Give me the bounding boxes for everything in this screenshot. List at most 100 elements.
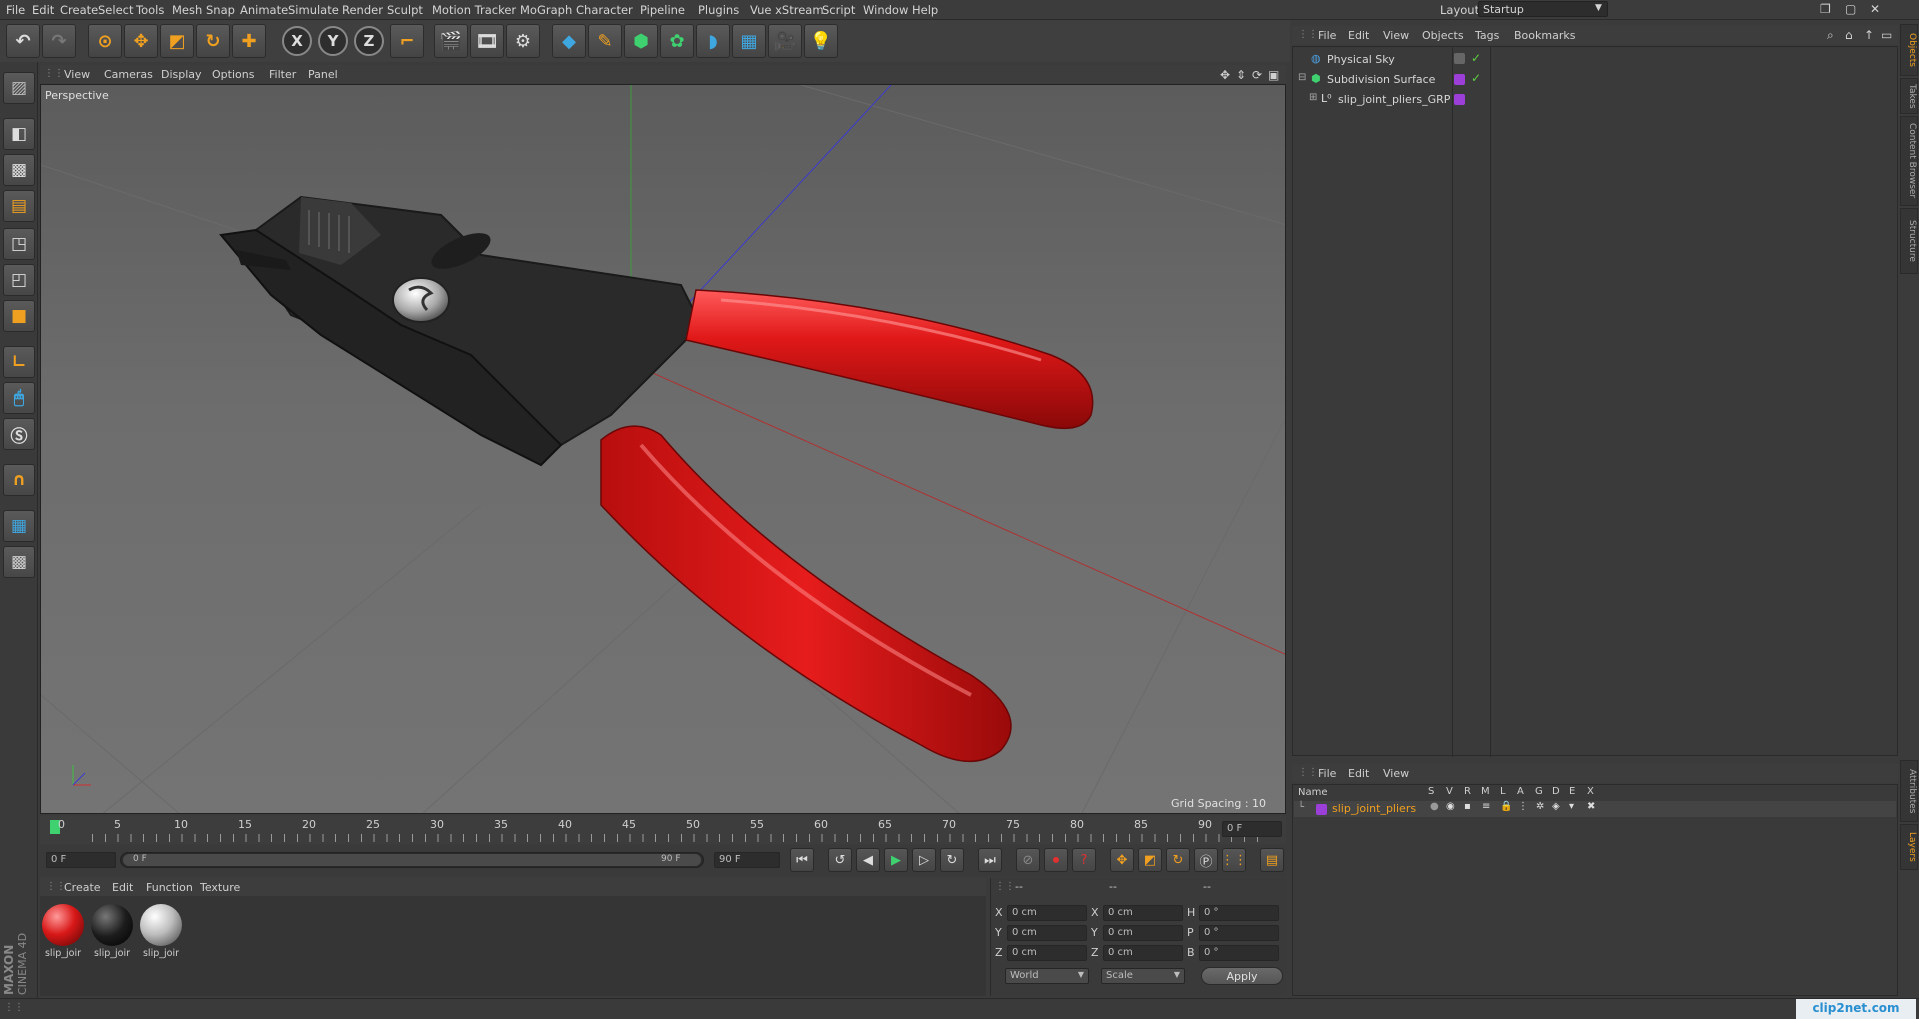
rot-p-field[interactable]: 0 ° <box>1199 925 1279 941</box>
search-icon[interactable]: ⌕ <box>1827 28 1834 43</box>
world-dropdown[interactable]: World ▼ <box>1005 968 1089 984</box>
layout-dropdown[interactable]: Startup ▼ <box>1478 1 1608 17</box>
current-frame-field[interactable]: 0 F <box>1222 821 1282 837</box>
layers-menu-view[interactable]: View <box>1383 767 1409 780</box>
workplane-mode-icon[interactable]: ▤ <box>3 190 35 222</box>
add-button[interactable]: ✚ <box>232 24 266 58</box>
collapse-icon[interactable]: ⊟ <box>1298 72 1306 83</box>
layer-color-swatch[interactable] <box>1454 74 1465 85</box>
viewport-move-icon[interactable]: ✥ <box>1220 68 1230 82</box>
deformers-icon[interactable]: ◈ <box>1552 801 1560 812</box>
menu-script[interactable]: Script <box>822 3 855 17</box>
size-x-field[interactable]: 0 cm <box>1103 905 1183 921</box>
menu-vue-xstream[interactable]: Vue xStream <box>750 3 824 17</box>
tab-layers[interactable]: Layers <box>1900 824 1918 870</box>
size-z-field[interactable]: 0 cm <box>1103 945 1183 961</box>
axis-mode-icon[interactable]: ∟ <box>3 346 35 378</box>
solo-icon[interactable]: ● <box>1430 801 1439 812</box>
light-button[interactable]: 💡 <box>804 24 838 58</box>
object-row-pliers-grp[interactable]: ⊞ L⁰ slip_joint_pliers_GRP <box>1297 92 1451 110</box>
play-button[interactable]: ▶ <box>884 848 908 872</box>
tweak-mode-icon[interactable]: 🖱 <box>3 382 35 414</box>
size-y-field[interactable]: 0 cm <box>1103 925 1183 941</box>
edges-mode-icon[interactable]: ◰ <box>3 264 35 296</box>
solo-mode-icon[interactable]: Ⓢ <box>3 418 35 450</box>
timeline-window-button[interactable]: ▤ <box>1260 848 1284 872</box>
end-frame-field[interactable]: 90 F <box>714 852 780 868</box>
3d-viewport[interactable]: Perspective Grid Spacing : 10 cm <box>40 84 1286 814</box>
expand-icon[interactable]: ⊞ <box>1309 92 1317 103</box>
visible-icon[interactable]: ◉ <box>1446 801 1455 812</box>
redo-button[interactable]: ↷ <box>42 24 76 58</box>
objects-menu-view[interactable]: View <box>1383 29 1409 42</box>
material-menu-edit[interactable]: Edit <box>112 881 133 894</box>
key-rotation-button[interactable]: ↻ <box>1166 848 1190 872</box>
home-icon[interactable]: ⌂ <box>1845 28 1853 42</box>
next-key-button[interactable]: ↻ <box>940 848 964 872</box>
viewport-menu-panel[interactable]: Panel <box>308 68 338 81</box>
pos-z-field[interactable]: 0 cm <box>1007 945 1087 961</box>
enabled-check-icon[interactable]: ✓ <box>1471 71 1481 85</box>
coordinate-system-button[interactable]: ⌐ <box>390 24 424 58</box>
make-editable-icon[interactable]: ▨ <box>3 72 35 104</box>
menu-sculpt[interactable]: Sculpt <box>387 3 423 17</box>
scale-button[interactable]: ◩ <box>160 24 194 58</box>
subdivision-button[interactable]: ⬢ <box>624 24 658 58</box>
menu-snap[interactable]: Snap <box>206 3 235 17</box>
material-red[interactable]: slip_joir <box>40 902 86 960</box>
cube-object-button[interactable]: ◆ <box>552 24 586 58</box>
rot-b-field[interactable]: 0 ° <box>1199 945 1279 961</box>
xref-icon[interactable]: ✖ <box>1587 801 1595 812</box>
sky-tag-icon[interactable] <box>1454 53 1465 64</box>
tab-attributes[interactable]: Attributes <box>1900 760 1918 822</box>
object-row-physical-sky[interactable]: ◍ Physical Sky <box>1297 52 1451 70</box>
z-axis-button[interactable]: Z <box>354 26 384 56</box>
material-menu-create[interactable]: Create <box>64 881 101 894</box>
objects-menu-edit[interactable]: Edit <box>1348 29 1369 42</box>
menu-animate[interactable]: Animate <box>240 3 288 17</box>
prev-frame-button[interactable]: ◀ <box>856 848 880 872</box>
timeline-ruler[interactable]: 0 5 10 15 20 25 30 35 40 45 50 55 60 65 … <box>40 816 1286 844</box>
tab-takes[interactable]: Takes <box>1900 78 1918 114</box>
rot-h-field[interactable]: 0 ° <box>1199 905 1279 921</box>
pen-spline-button[interactable]: ✎ <box>588 24 622 58</box>
deformer-button[interactable]: ◗ <box>696 24 730 58</box>
lock-icon[interactable]: 🔒 <box>1500 801 1512 812</box>
render-icon[interactable]: ▪ <box>1464 801 1471 812</box>
goto-end-button[interactable]: ⏭ <box>978 848 1002 872</box>
objects-menu-bookmarks[interactable]: Bookmarks <box>1514 29 1575 42</box>
tab-content-browser[interactable]: Content Browser <box>1900 116 1918 206</box>
next-frame-button[interactable]: ▷ <box>912 848 936 872</box>
tab-objects[interactable]: Objects <box>1900 24 1918 76</box>
generators-icon[interactable]: ✲ <box>1536 801 1544 812</box>
layer-color-swatch[interactable] <box>1454 94 1465 105</box>
render-settings-button[interactable]: ⚙ <box>506 24 540 58</box>
menu-help[interactable]: Help <box>912 3 938 17</box>
menu-character[interactable]: Character <box>576 3 633 17</box>
floor-button[interactable]: ▦ <box>732 24 766 58</box>
pos-x-field[interactable]: 0 cm <box>1007 905 1087 921</box>
goto-start-button[interactable]: ⏮ <box>790 848 814 872</box>
viewport-maximize-icon[interactable]: ▣ <box>1268 68 1279 82</box>
x-axis-button[interactable]: X <box>282 26 312 56</box>
layers-menu-file[interactable]: File <box>1318 767 1336 780</box>
pos-y-field[interactable]: 0 cm <box>1007 925 1087 941</box>
menu-pipeline[interactable]: Pipeline <box>640 3 685 17</box>
layout-max-icon[interactable]: ▢ <box>1845 2 1856 16</box>
apply-button[interactable]: Apply <box>1201 967 1283 985</box>
expressions-icon[interactable]: ▾ <box>1569 801 1574 812</box>
model-mode-icon[interactable]: ◧ <box>3 118 35 150</box>
record-keys-button[interactable]: ⊘ <box>1016 848 1040 872</box>
pliers-model[interactable] <box>219 195 1094 762</box>
menu-render[interactable]: Render <box>342 3 383 17</box>
preview-range-slider[interactable]: 0 F 90 F <box>120 852 704 868</box>
menu-create[interactable]: Create <box>60 3 98 17</box>
menu-plugins[interactable]: Plugins <box>698 3 739 17</box>
scale-dropdown[interactable]: Scale ▼ <box>1101 968 1185 984</box>
viewport-menu-filter[interactable]: Filter <box>269 68 296 81</box>
layout-close-icon[interactable]: ✕ <box>1870 2 1880 16</box>
polygons-mode-icon[interactable]: ■ <box>3 300 35 332</box>
manager-icon[interactable]: ≡ <box>1482 801 1490 812</box>
key-parameter-button[interactable]: Ⓟ <box>1194 848 1218 872</box>
material-menu-texture[interactable]: Texture <box>200 881 240 894</box>
